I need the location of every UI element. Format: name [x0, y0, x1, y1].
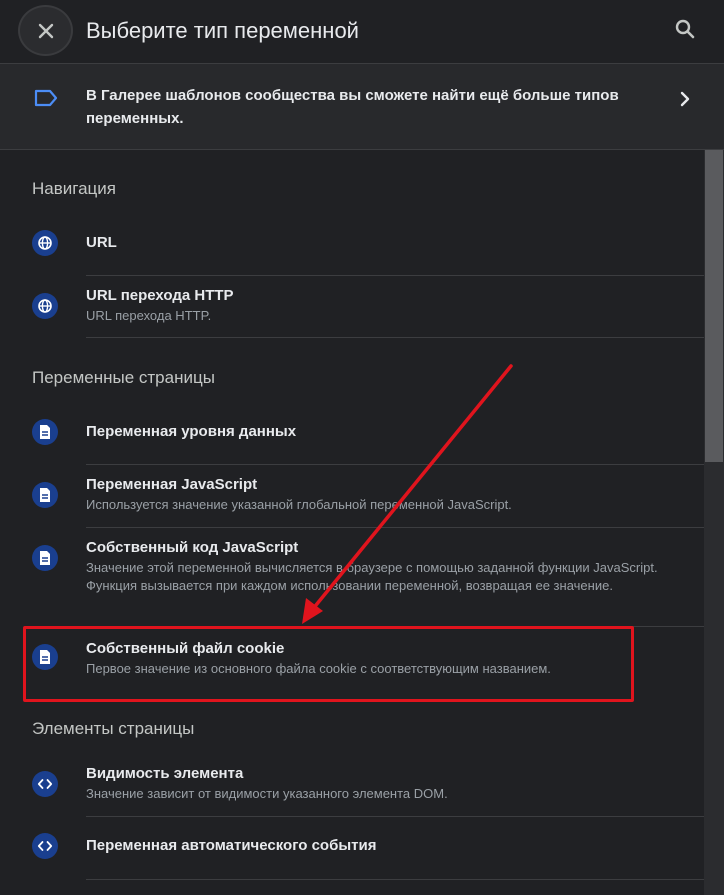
list-item-auto-event-variable[interactable]: Переменная автоматического события [0, 817, 704, 879]
search-icon [675, 19, 695, 39]
variable-type-list: Навигация URL URL перехода HTTP URL пере… [0, 150, 704, 895]
list-item-element-visibility[interactable]: Видимость элемента Значение зависит от в… [0, 754, 704, 816]
scrollbar-thumb[interactable] [705, 150, 723, 462]
page-title: Выберите тип переменной [86, 18, 359, 43]
item-description: Значение зависит от видимости указанного… [86, 786, 448, 801]
item-description: Используется значение указанной глобальн… [86, 497, 512, 512]
divider [86, 337, 704, 338]
list-item-first-party-cookie[interactable]: Собственный файл cookie Первое значение … [0, 627, 704, 689]
document-icon [32, 482, 58, 508]
list-item-javascript-variable[interactable]: Переменная JavaScript Используется значе… [0, 465, 704, 527]
globe-icon [32, 230, 58, 256]
item-name: URL [86, 234, 117, 251]
item-name: Собственный файл cookie [86, 640, 285, 657]
item-description: Первое значение из основного файла cooki… [86, 661, 551, 676]
divider [86, 879, 704, 880]
search-button[interactable] [668, 12, 702, 46]
close-button[interactable] [18, 5, 73, 56]
globe-icon [32, 293, 58, 319]
dialog-header: Выберите тип переменной [0, 0, 724, 63]
item-name: Собственный код JavaScript [86, 539, 299, 556]
item-name: Переменная автоматического события [86, 837, 377, 854]
document-icon [32, 545, 58, 571]
item-name: Видимость элемента [86, 765, 244, 782]
tag-icon [34, 89, 58, 107]
section-title-navigation: Навигация [32, 179, 116, 198]
code-icon [32, 771, 58, 797]
list-item-url[interactable]: URL [0, 213, 704, 275]
list-item-custom-javascript[interactable]: Собственный код JavaScript Значение этой… [0, 528, 704, 626]
item-description: URL перехода HTTP. [86, 308, 212, 323]
community-gallery-banner[interactable]: В Галерее шаблонов сообщества вы сможете… [0, 63, 724, 150]
item-description: Значение этой переменной вычисляется в б… [86, 560, 658, 593]
code-icon [32, 833, 58, 859]
list-item-url-http-referrer[interactable]: URL перехода HTTP URL перехода HTTP. [0, 276, 704, 338]
list-item-data-layer-variable[interactable]: Переменная уровня данных [0, 402, 704, 464]
section-title-page-elements: Элементы страницы [32, 719, 195, 738]
banner-text: В Галерее шаблонов сообщества вы сможете… [86, 87, 619, 127]
item-name: Переменная уровня данных [86, 423, 297, 440]
section-title-page-variables: Переменные страницы [32, 368, 215, 387]
chevron-right-icon[interactable] [672, 86, 698, 112]
close-icon [38, 23, 53, 38]
document-icon [32, 419, 58, 445]
document-icon [32, 644, 58, 670]
item-name: Переменная JavaScript [86, 476, 258, 493]
item-name: URL перехода HTTP [86, 287, 234, 304]
